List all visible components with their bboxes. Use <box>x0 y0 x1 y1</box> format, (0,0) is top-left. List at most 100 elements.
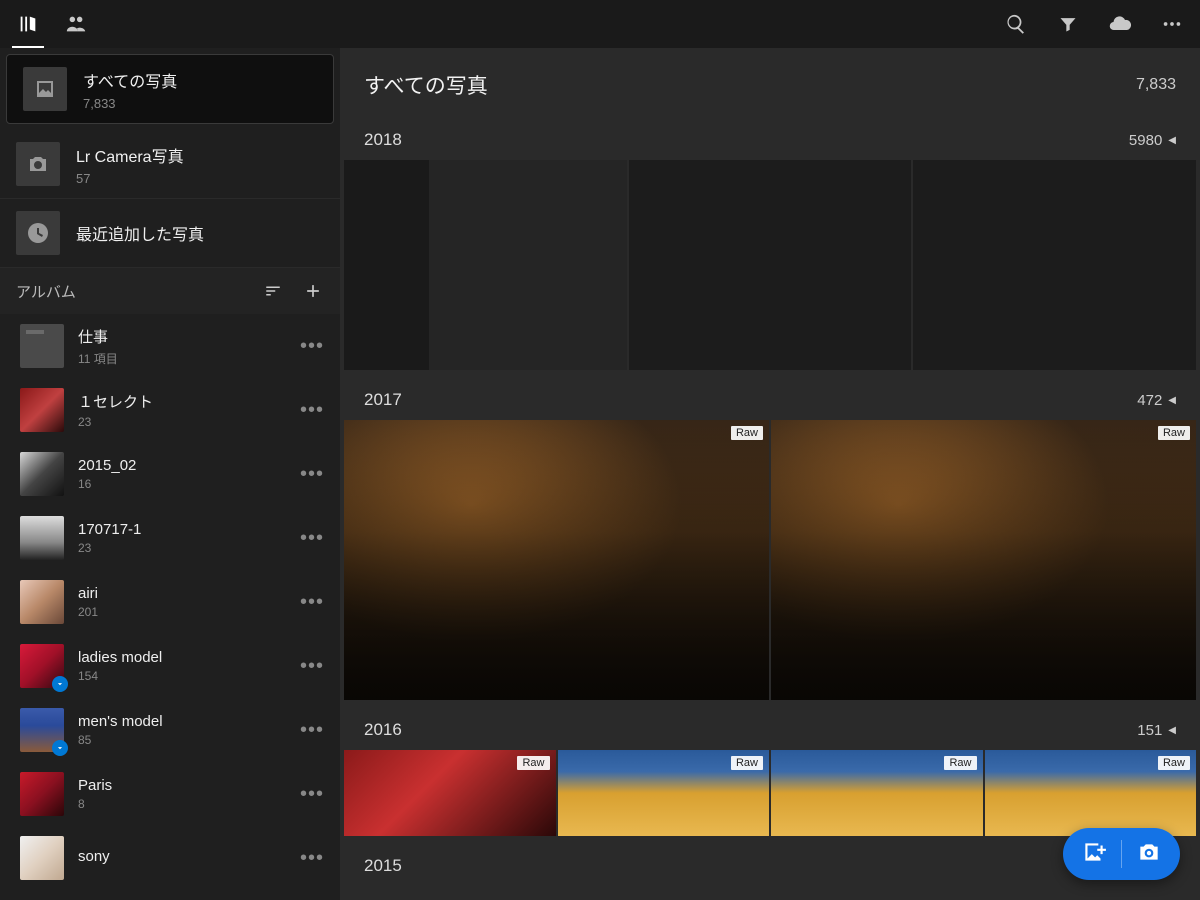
album-title: 170717-1 <box>78 521 286 538</box>
year-label: 2018 <box>364 130 402 150</box>
album-thumbnail <box>20 516 64 560</box>
album-count: 23 <box>78 415 286 429</box>
album-item[interactable]: １セレクト 23 ••• <box>0 378 340 442</box>
filter-icon[interactable] <box>1056 12 1080 36</box>
year-header[interactable]: 2017 472 ◀ <box>340 370 1200 420</box>
collection-lr-camera[interactable]: Lr Camera写真 57 <box>0 130 340 199</box>
album-count: 8 <box>78 797 286 811</box>
album-item[interactable]: sony ••• <box>0 826 340 890</box>
photo-icon <box>23 67 67 111</box>
more-icon[interactable] <box>1160 12 1184 36</box>
album-title: 2015_02 <box>78 457 286 474</box>
photo-thumbnail[interactable]: Raw <box>771 420 1196 700</box>
year-header[interactable]: 2018 5980 ◀ <box>340 110 1200 160</box>
album-item[interactable]: ladies model 154 ••• <box>0 634 340 698</box>
album-item[interactable]: men's model 85 ••• <box>0 698 340 762</box>
year-label: 2016 <box>364 720 402 740</box>
album-thumbnail <box>20 772 64 816</box>
album-count: 85 <box>78 733 286 747</box>
album-more-icon[interactable]: ••• <box>300 591 324 614</box>
albums-label: アルバム <box>16 281 76 302</box>
collection-count: 57 <box>76 171 184 186</box>
raw-badge: Raw <box>731 426 763 440</box>
album-title: airi <box>78 585 286 602</box>
album-item[interactable]: airi 201 ••• <box>0 570 340 634</box>
collection-all-photos[interactable]: すべての写真 7,833 <box>6 54 334 124</box>
total-count: 7,833 <box>1136 76 1176 94</box>
album-count: 23 <box>78 541 286 555</box>
album-item[interactable]: 170717-1 23 ••• <box>0 506 340 570</box>
photo-thumbnail[interactable] <box>913 160 1196 370</box>
photo-thumbnail[interactable]: Raw <box>985 750 1197 836</box>
people-tab[interactable] <box>64 12 88 36</box>
raw-badge: Raw <box>1158 426 1190 440</box>
album-more-icon[interactable]: ••• <box>300 847 324 870</box>
collection-title: Lr Camera写真 <box>76 143 184 167</box>
folder-icon <box>20 324 64 368</box>
album-thumbnail <box>20 836 64 880</box>
add-image-icon[interactable] <box>1081 839 1107 870</box>
photo-grid-main: すべての写真 7,833 20185980 ◀2017472 ◀RawRaw20… <box>340 48 1200 900</box>
year-header[interactable]: 2016 151 ◀ <box>340 700 1200 750</box>
top-toolbar <box>0 0 1200 48</box>
year-count: 151 ◀ <box>1137 722 1176 739</box>
album-item[interactable]: 2015_02 16 ••• <box>0 442 340 506</box>
album-more-icon[interactable]: ••• <box>300 719 324 742</box>
photo-thumbnail[interactable]: Raw <box>344 750 556 836</box>
add-fab[interactable] <box>1063 828 1180 880</box>
album-more-icon[interactable]: ••• <box>300 335 324 358</box>
photo-thumbnail[interactable] <box>344 160 627 370</box>
collection-title: すべての写真 <box>83 68 177 92</box>
collection-count: 7,833 <box>83 96 177 111</box>
album-more-icon[interactable]: ••• <box>300 527 324 550</box>
year-count: 5980 ◀ <box>1129 132 1176 149</box>
album-title: sony <box>78 848 286 865</box>
album-title: Paris <box>78 777 286 794</box>
album-count: 154 <box>78 669 286 683</box>
album-count: 11 項目 <box>78 350 286 367</box>
album-item[interactable]: 仕事 11 項目 ••• <box>0 314 340 378</box>
raw-badge: Raw <box>731 756 763 770</box>
albums-header: アルバム <box>0 268 340 314</box>
album-title: ladies model <box>78 649 286 666</box>
album-more-icon[interactable]: ••• <box>300 655 324 678</box>
collection-title: 最近追加した写真 <box>76 221 204 245</box>
add-album-icon[interactable] <box>302 280 324 302</box>
camera-icon[interactable] <box>1136 839 1162 870</box>
thumbnail-grid <box>340 160 1200 370</box>
album-thumbnail <box>20 452 64 496</box>
library-tab[interactable] <box>16 12 40 36</box>
album-more-icon[interactable]: ••• <box>300 783 324 806</box>
album-title: 仕事 <box>78 326 286 347</box>
year-count: 472 ◀ <box>1137 392 1176 409</box>
year-label: 2015 <box>364 856 402 876</box>
photo-thumbnail[interactable] <box>629 160 912 370</box>
album-more-icon[interactable]: ••• <box>300 463 324 486</box>
album-title: １セレクト <box>78 391 286 412</box>
sort-icon[interactable] <box>262 280 284 302</box>
clock-icon <box>16 211 60 255</box>
photo-thumbnail[interactable]: Raw <box>344 420 769 700</box>
camera-icon <box>16 142 60 186</box>
album-thumbnail <box>20 644 64 688</box>
search-icon[interactable] <box>1004 12 1028 36</box>
thumbnail-grid: Raw Raw <box>340 420 1200 700</box>
year-label: 2017 <box>364 390 402 410</box>
sync-badge-icon <box>52 676 68 692</box>
page-title: すべての写真 <box>364 70 488 100</box>
raw-badge: Raw <box>944 756 976 770</box>
photo-thumbnail[interactable]: Raw <box>558 750 770 836</box>
album-item[interactable]: Paris 8 ••• <box>0 762 340 826</box>
album-thumbnail <box>20 388 64 432</box>
album-count: 16 <box>78 477 286 491</box>
album-thumbnail <box>20 708 64 752</box>
raw-badge: Raw <box>1158 756 1190 770</box>
collection-recently-added[interactable]: 最近追加した写真 <box>0 199 340 268</box>
album-more-icon[interactable]: ••• <box>300 399 324 422</box>
photo-thumbnail[interactable]: Raw <box>771 750 983 836</box>
cloud-icon[interactable] <box>1108 12 1132 36</box>
album-count: 201 <box>78 605 286 619</box>
album-title: men's model <box>78 713 286 730</box>
sync-badge-icon <box>52 740 68 756</box>
sidebar: すべての写真 7,833 Lr Camera写真 57 最近追加した写真 アルバ… <box>0 48 340 900</box>
